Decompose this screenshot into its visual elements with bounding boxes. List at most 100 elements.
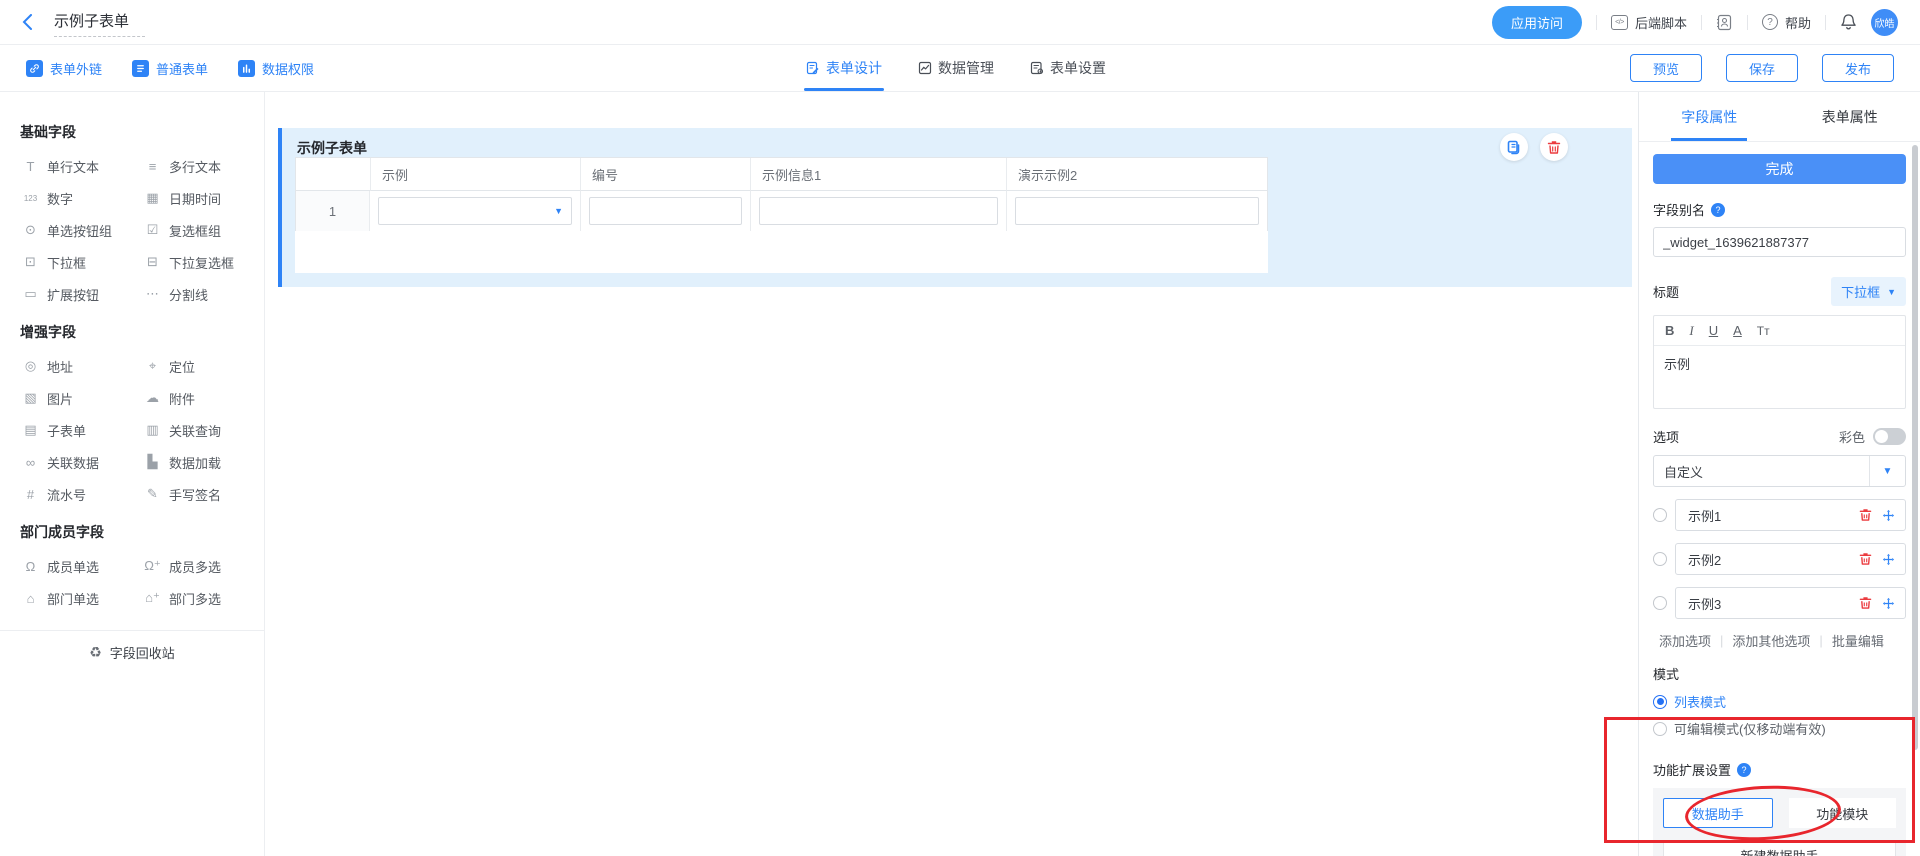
image-icon: ▧	[22, 390, 39, 406]
preview-button[interactable]: 预览	[1630, 54, 1702, 82]
extension-settings-label: 功能扩展设置	[1653, 760, 1731, 779]
alias-help-icon[interactable]: ?	[1711, 203, 1725, 217]
field-location[interactable]: ⌖定位	[132, 350, 254, 382]
batch-edit-link[interactable]: 批量编辑	[1832, 631, 1884, 650]
function-module-tab[interactable]: 功能模块	[1789, 798, 1897, 828]
option-radio[interactable]	[1653, 552, 1667, 566]
add-other-option-link[interactable]: 添加其他选项	[1732, 631, 1810, 650]
chevron-down-icon: ▼	[1887, 287, 1896, 297]
move-option-handle[interactable]	[1882, 597, 1895, 610]
option-radio[interactable]	[1653, 596, 1667, 610]
delete-option-button[interactable]	[1859, 596, 1872, 610]
field-alias-input[interactable]	[1653, 227, 1906, 257]
subform-icon: ▤	[22, 422, 39, 438]
copy-widget-button[interactable]	[1500, 133, 1528, 161]
field-radio-group[interactable]: ⊙单选按钮组	[10, 214, 132, 246]
tab-form-properties[interactable]: 表单属性	[1780, 92, 1920, 141]
field-address[interactable]: ◎地址	[10, 350, 132, 382]
tab-form-settings[interactable]: 表单设置	[1030, 45, 1106, 91]
mode-list-radio[interactable]: 列表模式	[1653, 692, 1906, 711]
underline-button[interactable]: U	[1709, 323, 1718, 338]
backend-script-button[interactable]: </> 后端脚本	[1611, 13, 1687, 32]
field-linked-data[interactable]: ∞关联数据	[10, 446, 132, 478]
tab-form-design[interactable]: 表单设计	[806, 45, 882, 91]
radio-selected-icon	[1653, 695, 1667, 709]
field-member-single[interactable]: Ω成员单选	[10, 550, 132, 582]
title-text-area[interactable]: 示例	[1654, 346, 1905, 408]
form-title[interactable]: 示例子表单	[54, 13, 129, 30]
data-assistant-tab[interactable]: 数据助手	[1663, 798, 1773, 828]
field-image[interactable]: ▧图片	[10, 382, 132, 414]
dept-single-icon: ⌂	[22, 591, 39, 606]
bold-button[interactable]: B	[1665, 323, 1674, 338]
field-number[interactable]: 123数字	[10, 182, 132, 214]
field-attachment[interactable]: ☁附件	[132, 382, 254, 414]
field-multi-select[interactable]: ⊟下拉复选框	[132, 246, 254, 278]
form-toolbar: 表单外链 普通表单 数据权限 表单设计 数据管理	[0, 45, 1920, 92]
option-input[interactable]: 示例3	[1676, 594, 1859, 613]
done-button[interactable]: 完成	[1653, 154, 1906, 184]
column-header-number[interactable]: 编号	[580, 158, 750, 191]
sample-select[interactable]: ▼	[378, 197, 572, 225]
italic-button[interactable]: I	[1689, 323, 1693, 339]
field-extend-button[interactable]: ▭扩展按钮	[10, 278, 132, 310]
data-permission-button[interactable]: 数据权限	[238, 59, 314, 78]
field-multi-line-text[interactable]: ≡多行文本	[132, 150, 254, 182]
add-option-link[interactable]: 添加选项	[1659, 631, 1711, 650]
notification-bell-button[interactable]	[1840, 13, 1857, 31]
tab-data-management[interactable]: 数据管理	[918, 45, 994, 91]
field-single-line-text[interactable]: T单行文本	[10, 150, 132, 182]
help-button[interactable]: ? 帮助	[1762, 13, 1811, 32]
field-data-load[interactable]: ▙数据加载	[132, 446, 254, 478]
option-input[interactable]: 示例2	[1676, 550, 1859, 569]
field-linked-query[interactable]: ▥关联查询	[132, 414, 254, 446]
contacts-button[interactable]	[1716, 14, 1733, 31]
widget-type-dropdown[interactable]: 下拉框 ▼	[1831, 277, 1906, 306]
form-external-link-button[interactable]: 表单外链	[26, 59, 102, 78]
field-checkbox-group[interactable]: ☑复选框组	[132, 214, 254, 246]
option-source-select[interactable]: 自定义 ▼	[1653, 455, 1906, 487]
publish-button[interactable]: 发布	[1822, 54, 1894, 82]
back-icon[interactable]	[22, 14, 44, 30]
normal-form-button[interactable]: 普通表单	[132, 59, 208, 78]
trash-icon	[1859, 508, 1872, 522]
panel-scrollbar[interactable]	[1912, 145, 1918, 750]
option-radio[interactable]	[1653, 508, 1667, 522]
field-dept-single[interactable]: ⌂部门单选	[10, 582, 132, 614]
color-toggle[interactable]	[1873, 428, 1906, 445]
font-size-button[interactable]: Tт	[1757, 324, 1770, 338]
save-button[interactable]: 保存	[1726, 54, 1798, 82]
demo2-input[interactable]	[1015, 197, 1259, 225]
column-header-sample[interactable]: 示例	[370, 158, 580, 191]
move-option-handle[interactable]	[1882, 553, 1895, 566]
field-subform[interactable]: ▤子表单	[10, 414, 132, 446]
info1-input[interactable]	[759, 197, 998, 225]
field-datetime[interactable]: ▦日期时间	[132, 182, 254, 214]
column-header-index	[296, 158, 370, 191]
move-option-handle[interactable]	[1882, 509, 1895, 522]
delete-option-button[interactable]	[1859, 508, 1872, 522]
delete-widget-button[interactable]	[1540, 133, 1568, 161]
user-avatar[interactable]: 欣皓	[1871, 9, 1898, 36]
field-recycle-bin[interactable]: ♻ 字段回收站	[0, 630, 264, 674]
delete-option-button[interactable]	[1859, 552, 1872, 566]
field-signature[interactable]: ✎手写签名	[132, 478, 254, 510]
tab-field-properties[interactable]: 字段属性	[1639, 92, 1780, 141]
field-serial-number[interactable]: #流水号	[10, 478, 132, 510]
field-select[interactable]: ⊡下拉框	[10, 246, 132, 278]
field-dept-multi[interactable]: ⌂⁺部门多选	[132, 582, 254, 614]
extension-help-icon[interactable]: ?	[1737, 763, 1751, 777]
field-member-multi[interactable]: Ω⁺成员多选	[132, 550, 254, 582]
field-divider[interactable]: ⋯分割线	[132, 278, 254, 310]
column-header-info1[interactable]: 示例信息1	[750, 158, 1006, 191]
subform-widget-selected[interactable]: 示例子表单 示例 编号 示例信息1 演示示例2 1	[278, 128, 1632, 287]
move-icon	[1882, 553, 1895, 566]
mode-editable-radio[interactable]: 可编辑模式(仅移动端有效)	[1653, 719, 1906, 738]
option-input[interactable]: 示例1	[1676, 506, 1859, 525]
column-header-demo2[interactable]: 演示示例2	[1006, 158, 1267, 191]
new-data-assistant-button[interactable]: 新建数据助手	[1663, 840, 1896, 856]
data-chart-icon	[918, 61, 932, 75]
number-input[interactable]	[589, 197, 742, 225]
font-color-button[interactable]: A	[1733, 323, 1742, 338]
app-access-button[interactable]: 应用访问	[1492, 6, 1582, 39]
